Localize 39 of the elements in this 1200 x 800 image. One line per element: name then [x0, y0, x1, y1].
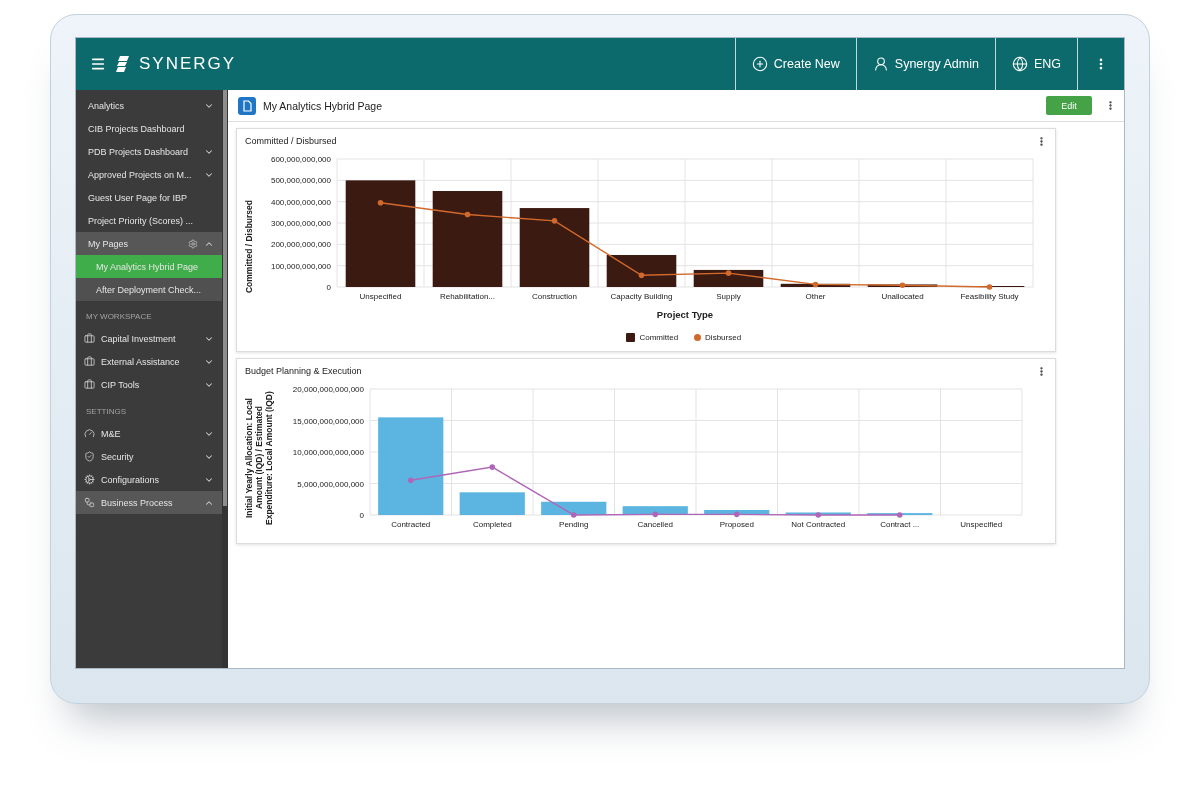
y-tick-label: 5,000,000,000,000 — [297, 479, 365, 489]
chart-title: Committed / Disbursed — [245, 136, 337, 146]
y-tick-label: 0 — [326, 283, 331, 292]
y-tick-label: 300,000,000,000 — [270, 219, 331, 228]
x-tick-label: Completed — [473, 520, 512, 529]
axis-title: Initial Yearly Allocation: Local Amount (IQD) / Estimated Expenditure: Local Amount (IQD) — [245, 390, 275, 526]
legend-label: Committed — [639, 332, 679, 342]
x-tick-label: Other — [805, 292, 826, 301]
x-tick-label: Cancelled — [637, 520, 674, 529]
axis-title: Project Type — [656, 309, 713, 320]
x-tick-label: Rehabilitation... — [439, 292, 495, 301]
x-tick-label: Unspecified — [359, 292, 402, 301]
x-tick-label: Capacity Building — [610, 292, 673, 301]
x-tick-label: Pending — [559, 520, 589, 529]
chart-title: Budget Planning & Execution — [245, 366, 362, 376]
section-label: MY WORKSPACE — [85, 311, 153, 323]
x-tick-label: Unallocated — [881, 292, 924, 301]
legend-label: Disbursed — [705, 332, 742, 342]
y-tick-label: 400,000,000,000 — [270, 197, 331, 207]
x-tick-label: Proposed — [719, 520, 755, 529]
x-tick-label: Feasibility Study — [960, 292, 1019, 301]
axis-title: Committed / Disbursed — [245, 200, 255, 294]
x-tick-label: Contracted — [391, 520, 431, 529]
y-tick-label: 500,000,000,000 — [270, 176, 331, 186]
x-tick-label: Contract ... — [880, 520, 920, 529]
x-tick-label: Supply — [716, 292, 741, 301]
page-title: My Analytics Hybrid Page — [263, 99, 384, 112]
y-tick-label: 20,000,000,000,000 — [293, 385, 365, 394]
x-tick-label: Not Contracted — [791, 520, 846, 529]
y-tick-label: 600,000,000,000 — [270, 155, 331, 164]
x-tick-label: Construction — [531, 292, 577, 301]
y-tick-label: 10,000,000,000,000 — [293, 448, 365, 457]
y-tick-label: 15,000,000,000,000 — [293, 416, 365, 426]
section-label: SETTINGS — [85, 406, 127, 418]
y-tick-label: 100,000,000,000 — [270, 261, 331, 271]
y-tick-label: 200,000,000,000 — [270, 240, 331, 250]
y-tick-label: 0 — [359, 511, 365, 520]
x-tick-label: Unspecified — [960, 520, 1003, 529]
brand-name: SYNERGY — [139, 54, 237, 74]
